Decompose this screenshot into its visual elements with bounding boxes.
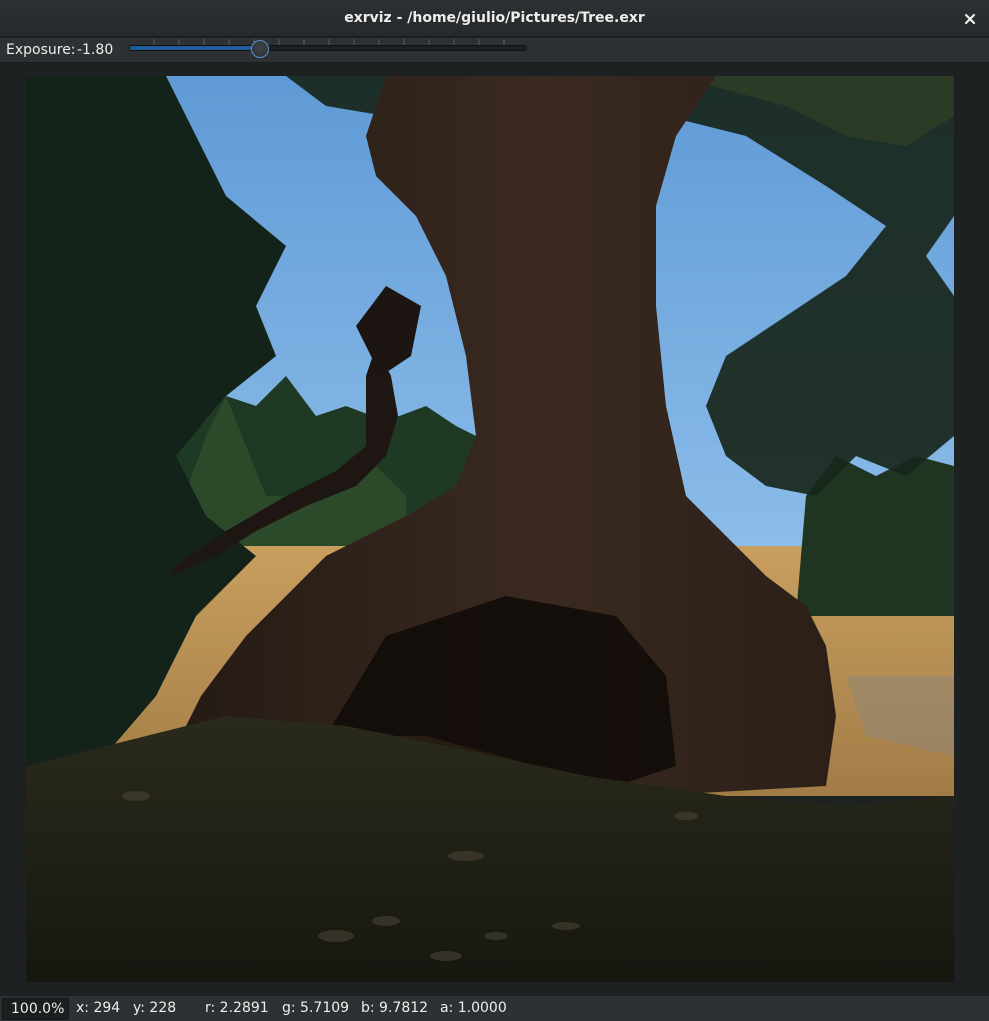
status-bar: 100.0% x: 294 y: 228 r: 2.2891 g: 5.7109… xyxy=(0,995,989,1021)
cursor-x: x: 294 xyxy=(76,1000,121,1016)
pixel-r: r: 2.2891 xyxy=(205,1000,269,1016)
pixel-a: a: 1.0000 xyxy=(440,1000,507,1016)
tree-image xyxy=(26,76,954,982)
close-button[interactable] xyxy=(959,8,981,30)
pixel-b: b: 9.7812 xyxy=(361,1000,429,1016)
exposure-label: Exposure: xyxy=(6,42,76,58)
cursor-y: y: 228 xyxy=(133,1000,177,1016)
title-bar: exrviz - /home/giulio/Pictures/Tree.exr xyxy=(0,0,989,37)
image-viewport xyxy=(0,63,989,995)
image-canvas[interactable] xyxy=(26,76,954,982)
pixel-g: g: 5.7109 xyxy=(282,1000,350,1016)
close-icon xyxy=(964,13,976,25)
slider-knob[interactable] xyxy=(251,40,270,58)
window-title: exrviz - /home/giulio/Pictures/Tree.exr xyxy=(344,10,645,26)
exposure-value: -1.80 xyxy=(77,42,114,58)
exposure-slider[interactable] xyxy=(129,37,527,63)
zoom-level[interactable]: 100.0% xyxy=(2,998,69,1020)
slider-fill xyxy=(130,46,260,50)
